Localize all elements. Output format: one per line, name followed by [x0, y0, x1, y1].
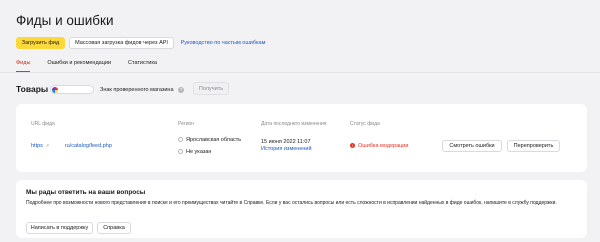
help-card: Мы рады ответить на ваши вопросы Подробн…: [16, 180, 587, 238]
error-icon: !: [350, 143, 355, 148]
tab-feeds[interactable]: Фиды: [16, 60, 31, 72]
verified-shop-icon: [52, 87, 58, 93]
feed-url-link[interactable]: https ↗ ru/catalog/feed.php: [31, 143, 112, 149]
feed-url-prefix: https: [31, 143, 43, 149]
tabs: Фиды Ошибки и рекомендации Статистика: [16, 60, 174, 72]
tab-errors[interactable]: Ошибки и рекомендации: [47, 60, 111, 72]
feed-status: ! Ошибка модерации: [350, 143, 409, 149]
tabs-divider: [0, 72, 600, 73]
help-title: Мы рады ответить на ваши вопросы: [26, 189, 146, 196]
feeds-card: URL фида Регион Дата последнего изменени…: [16, 104, 587, 172]
goods-title: Товары: [16, 84, 49, 94]
info-icon[interactable]: ?: [178, 87, 184, 93]
feed-url-path: ru/catalog/feed.php: [64, 143, 112, 149]
region-dot-icon: [178, 137, 183, 142]
contact-support-button[interactable]: Написать в поддержку: [26, 222, 93, 234]
external-link-icon: ↗: [45, 143, 50, 148]
col-header-url: URL фида: [31, 121, 55, 127]
last-change-date: 15 июня 2022 11:07: [261, 139, 311, 145]
get-badge-button[interactable]: Получить: [193, 82, 229, 95]
bulk-upload-api-button[interactable]: Массовая загрузка фидов через API: [69, 37, 174, 49]
col-header-date: Дата последнего изменения: [261, 121, 327, 127]
recheck-button[interactable]: Перепроверить: [507, 140, 560, 152]
region-dot-icon: [178, 149, 183, 154]
tab-statistics[interactable]: Статистика: [128, 60, 157, 72]
col-header-region: Регион: [178, 121, 195, 127]
faq-link[interactable]: Руководство по частым ошибкам: [177, 37, 269, 49]
history-link[interactable]: История изменений: [261, 146, 312, 152]
col-header-status: Статус фида: [350, 121, 380, 127]
upload-feed-button[interactable]: Загрузить фид: [16, 37, 65, 49]
page-title: Фиды и ошибки: [16, 13, 114, 28]
view-errors-button[interactable]: Смотреть ошибки: [442, 140, 502, 152]
verified-shop-toggle[interactable]: [50, 85, 94, 94]
help-text: Подробнее про возможности нового предста…: [26, 200, 557, 206]
region-primary: Ярославская область: [178, 137, 241, 143]
help-button[interactable]: Справка: [97, 222, 131, 234]
verified-shop-label: Знак проверенного магазина: [100, 87, 174, 93]
region-secondary: Не указан: [178, 149, 211, 155]
